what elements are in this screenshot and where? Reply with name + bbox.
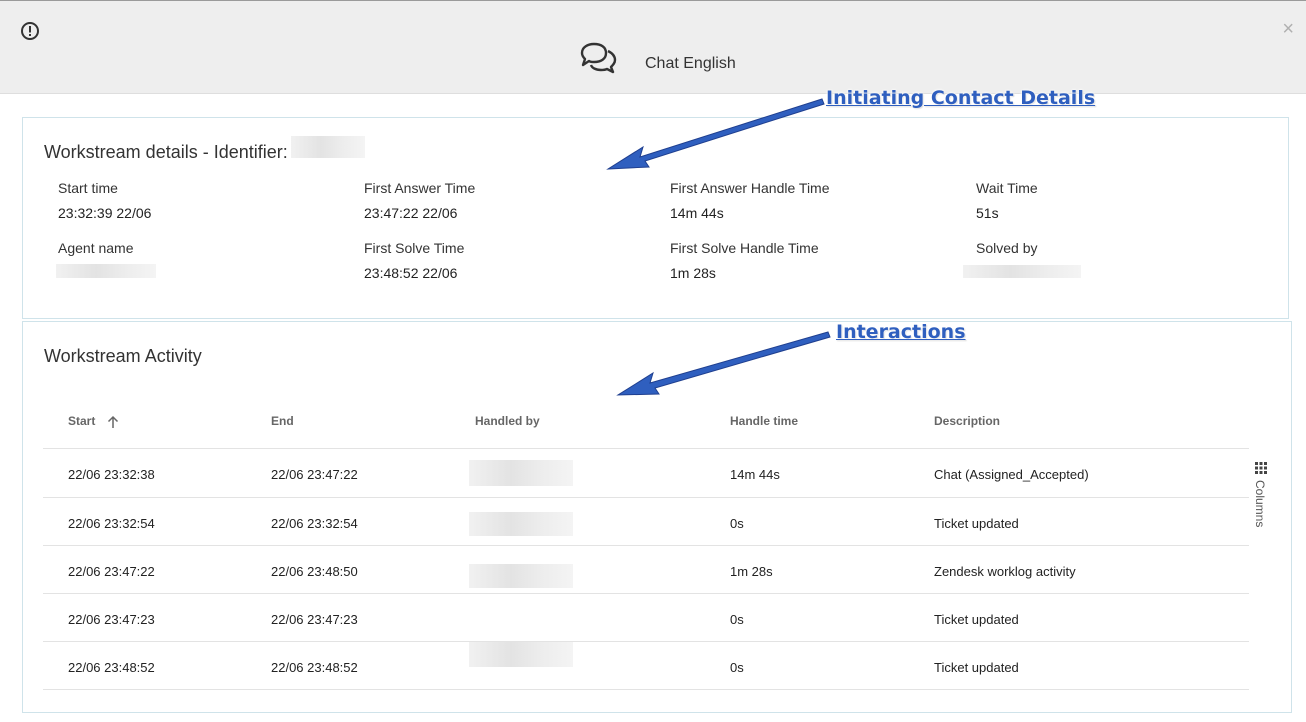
cell-end: 22/06 23:48:52 xyxy=(271,660,358,675)
cell-end: 22/06 23:32:54 xyxy=(271,516,358,531)
handled-by-redacted xyxy=(469,564,573,588)
column-header-handle-time[interactable]: Handle time xyxy=(730,414,798,428)
detail-label: Wait Time xyxy=(976,180,1038,196)
agent-name-redacted xyxy=(56,264,156,278)
detail-first-solve-time: First Solve Time 23:48:52 22/06 xyxy=(364,240,464,283)
identifier-redacted xyxy=(291,136,365,158)
detail-value: 1m 28s xyxy=(670,265,716,281)
cell-description: Ticket updated xyxy=(934,516,1019,531)
table-divider xyxy=(43,593,1249,594)
detail-value: 14m 44s xyxy=(670,205,724,221)
column-header-label: Handled by xyxy=(475,414,540,428)
detail-label: First Solve Time xyxy=(364,240,465,256)
detail-start-time: Start time 23:32:39 22/06 xyxy=(58,180,151,223)
cell-end: 22/06 23:47:22 xyxy=(271,467,358,482)
cell-description: Ticket updated xyxy=(934,612,1019,627)
handled-by-redacted xyxy=(469,642,573,667)
cell-start: 22/06 23:47:23 xyxy=(68,612,155,627)
column-header-handled-by[interactable]: Handled by xyxy=(475,414,540,428)
chat-bubbles-icon xyxy=(580,42,617,74)
column-header-label: End xyxy=(271,414,294,428)
details-title: Workstream details - Identifier: xyxy=(44,142,288,162)
detail-label: First Solve Handle Time xyxy=(670,240,819,256)
handled-by-redacted xyxy=(469,512,573,536)
grid-icon xyxy=(1255,462,1267,474)
cell-handle-time: 0s xyxy=(730,612,744,627)
cell-start: 22/06 23:47:22 xyxy=(68,564,155,579)
close-icon[interactable]: × xyxy=(1282,19,1294,39)
detail-wait-time: Wait Time 51s xyxy=(976,180,1038,223)
detail-first-solve-handle-time: First Solve Handle Time 1m 28s xyxy=(670,240,819,283)
detail-first-answer-time: First Answer Time 23:47:22 22/06 xyxy=(364,180,475,223)
cell-handle-time: 0s xyxy=(730,516,744,531)
column-header-label: Handle time xyxy=(730,414,799,428)
column-header-start[interactable]: Start xyxy=(68,414,119,429)
table-divider xyxy=(43,448,1249,449)
column-header-end[interactable]: End xyxy=(271,414,294,428)
cell-start: 22/06 23:32:54 xyxy=(68,516,155,531)
annotation-details: Initiating Contact Details xyxy=(826,87,1096,109)
cell-description: Chat (Assigned_Accepted) xyxy=(934,467,1089,482)
detail-value: 23:47:22 22/06 xyxy=(364,205,458,221)
dialog-header: Chat English × xyxy=(0,0,1306,94)
columns-button-label: Columns xyxy=(1253,480,1267,528)
cell-start: 22/06 23:32:38 xyxy=(68,467,155,482)
handled-by-redacted xyxy=(469,460,573,486)
detail-value: 23:48:52 22/06 xyxy=(364,265,458,281)
cell-handle-time: 14m 44s xyxy=(730,467,780,482)
column-header-description[interactable]: Description xyxy=(934,414,1000,428)
detail-label: Start time xyxy=(58,180,118,196)
columns-button[interactable]: Columns xyxy=(1251,462,1271,542)
annotation-arrow-interactions xyxy=(616,331,831,396)
cell-description: Ticket updated xyxy=(934,660,1019,675)
cell-end: 22/06 23:47:23 xyxy=(271,612,358,627)
cell-end: 22/06 23:48:50 xyxy=(271,564,358,579)
cell-start: 22/06 23:48:52 xyxy=(68,660,155,675)
table-divider xyxy=(43,545,1249,546)
detail-label: Agent name xyxy=(58,240,134,256)
detail-first-answer-handle-time: First Answer Handle Time 14m 44s xyxy=(670,180,830,223)
alert-circle-icon[interactable] xyxy=(20,21,40,41)
detail-label: Solved by xyxy=(976,240,1038,256)
column-header-label: Start xyxy=(68,414,96,428)
table-divider xyxy=(43,641,1249,642)
dialog-title: Chat English xyxy=(645,55,736,72)
annotation-arrow-details xyxy=(606,98,825,170)
cell-handle-time: 1m 28s xyxy=(730,564,773,579)
solved-by-redacted xyxy=(963,265,1081,278)
table-divider xyxy=(43,497,1249,498)
cell-handle-time: 0s xyxy=(730,660,744,675)
cell-description: Zendesk worklog activity xyxy=(934,564,1076,579)
table-divider xyxy=(43,689,1249,690)
activity-title: Workstream Activity xyxy=(44,346,202,366)
detail-label: First Answer Time xyxy=(364,180,476,196)
annotation-interactions: Interactions xyxy=(836,321,966,343)
arrow-up-icon[interactable] xyxy=(107,415,119,429)
column-header-label: Description xyxy=(934,414,1001,428)
detail-value: 51s xyxy=(976,205,999,221)
detail-label: First Answer Handle Time xyxy=(670,180,830,196)
detail-value: 23:32:39 22/06 xyxy=(58,205,152,221)
